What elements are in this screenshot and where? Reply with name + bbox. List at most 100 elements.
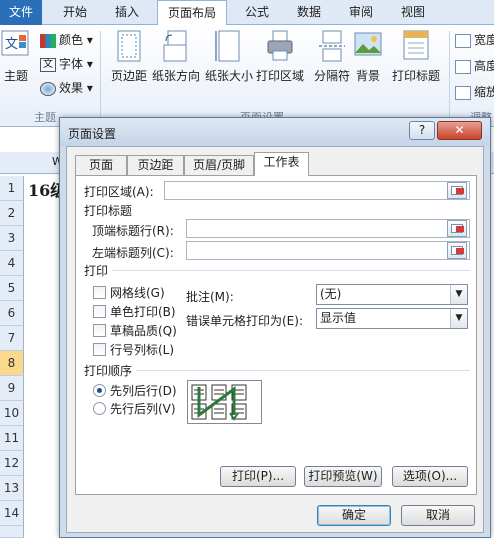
page-order-icon bbox=[191, 384, 247, 421]
row-header-7[interactable]: 7 bbox=[0, 326, 24, 351]
dialog-titlebar[interactable]: 页面设置 ? ✕ bbox=[60, 118, 490, 146]
print-area-button[interactable]: 打印区域 bbox=[256, 29, 304, 84]
theme-fonts-button[interactable]: 文字体 ▾ bbox=[40, 53, 93, 75]
tab-view[interactable]: 视图 bbox=[390, 0, 436, 25]
rows-to-repeat-collapse-icon[interactable] bbox=[447, 220, 467, 237]
scale-icon bbox=[455, 85, 471, 100]
row-header-5[interactable]: 5 bbox=[0, 276, 24, 301]
margins-button[interactable]: 页边距 bbox=[105, 29, 153, 84]
row-col-headings-label: 行号列标(L) bbox=[110, 343, 175, 357]
rows-to-repeat-input[interactable] bbox=[186, 219, 470, 238]
svg-text:文: 文 bbox=[5, 36, 18, 51]
section-divider bbox=[136, 370, 470, 371]
print-area-icon bbox=[267, 30, 293, 61]
tab-page-layout[interactable]: 页面布局 bbox=[157, 0, 227, 26]
page-order-preview bbox=[187, 380, 262, 424]
over-then-down-label: 先行后列(V) bbox=[110, 402, 176, 416]
draft-quality-label: 草稿品质(Q) bbox=[110, 324, 177, 338]
themes-icon: 文 bbox=[1, 30, 29, 56]
row-header-3[interactable]: 3 bbox=[0, 226, 24, 251]
section-divider bbox=[112, 270, 470, 271]
ok-button[interactable]: 确定 bbox=[317, 505, 391, 526]
tab-home[interactable]: 开始 bbox=[52, 0, 98, 25]
tab-file[interactable]: 文件 bbox=[0, 0, 42, 25]
print-titles-button[interactable]: 打印标题 bbox=[392, 29, 440, 84]
row-header-6[interactable]: 6 bbox=[0, 301, 24, 326]
draft-quality-checkbox[interactable] bbox=[93, 324, 106, 337]
margins-icon bbox=[117, 30, 141, 62]
colors-icon bbox=[40, 33, 56, 48]
theme-colors-button[interactable]: 颜色 ▾ bbox=[40, 29, 93, 51]
row-header-13[interactable]: 13 bbox=[0, 476, 24, 501]
print-area-input[interactable] bbox=[164, 181, 470, 200]
cols-to-repeat-label: 左端标题列(C): bbox=[92, 246, 174, 260]
background-button[interactable]: 背景 bbox=[344, 29, 392, 84]
effects-icon bbox=[40, 81, 56, 96]
row-header-10[interactable]: 10 bbox=[0, 401, 24, 426]
row-header-11[interactable]: 11 bbox=[0, 426, 24, 451]
over-then-down-radio[interactable] bbox=[93, 402, 106, 415]
comments-value: (无) bbox=[320, 287, 342, 301]
row-header-8[interactable]: 8 bbox=[0, 351, 24, 376]
page-setup-dialog: 页面设置 ? ✕ 页面 页边距 页眉/页脚 工作表 打印区域(A): 打印标题 … bbox=[59, 117, 491, 538]
tab-formulas[interactable]: 公式 bbox=[234, 0, 280, 25]
chevron-down-icon: ▼ bbox=[450, 309, 467, 328]
ribbon: 文 主题 颜色 ▾ 文字体 ▾ 效果 ▾ 主题 页边距 纸张方向 纸张大小 打印… bbox=[0, 25, 494, 127]
comments-select[interactable]: (无) ▼ bbox=[316, 284, 468, 305]
row-header-9[interactable]: 9 bbox=[0, 376, 24, 401]
down-then-over-radio[interactable] bbox=[93, 384, 106, 397]
print-titles-icon bbox=[403, 30, 429, 60]
cols-to-repeat-input[interactable] bbox=[186, 241, 470, 260]
dialog-title: 页面设置 bbox=[68, 127, 117, 141]
print-area-collapse-icon[interactable] bbox=[447, 182, 467, 199]
width-icon bbox=[455, 33, 471, 48]
page-size-icon bbox=[215, 30, 240, 62]
row-col-headings-checkbox[interactable] bbox=[93, 343, 106, 356]
tab-review[interactable]: 审阅 bbox=[338, 0, 384, 25]
row-header-2[interactable]: 2 bbox=[0, 201, 24, 226]
rows-to-repeat-label: 顶端标题行(R): bbox=[92, 224, 174, 238]
cancel-button[interactable]: 取消 bbox=[401, 505, 475, 526]
tab-data[interactable]: 数据 bbox=[286, 0, 332, 25]
tab-page[interactable]: 页面 bbox=[75, 155, 127, 175]
print-area-label: 打印区域(A): bbox=[84, 185, 154, 199]
sheet-tab-panel: 打印区域(A): 打印标题 顶端标题行(R): 左端标题列(C): 打印 网格线… bbox=[75, 175, 477, 495]
gridlines-checkbox[interactable] bbox=[93, 286, 106, 299]
row-header-15[interactable] bbox=[0, 526, 24, 538]
tab-margins[interactable]: 页边距 bbox=[127, 155, 184, 175]
fonts-icon: 文 bbox=[40, 57, 56, 72]
cell-errors-select[interactable]: 显示值 ▼ bbox=[316, 308, 468, 329]
print-titles-heading: 打印标题 bbox=[84, 204, 133, 218]
close-button[interactable]: ✕ bbox=[437, 121, 482, 140]
cell-errors-value: 显示值 bbox=[320, 311, 357, 325]
tab-sheet[interactable]: 工作表 bbox=[254, 152, 309, 176]
theme-effects-button[interactable]: 效果 ▾ bbox=[40, 77, 93, 99]
down-then-over-label: 先列后行(D) bbox=[110, 384, 177, 398]
chevron-down-icon: ▼ bbox=[450, 285, 467, 304]
print-button[interactable]: 打印(P)... bbox=[220, 466, 296, 487]
themes-button[interactable]: 文 主题 bbox=[0, 29, 32, 84]
black-white-label: 单色打印(B) bbox=[110, 305, 176, 319]
gridlines-label: 网格线(G) bbox=[110, 286, 165, 300]
height-icon bbox=[455, 59, 471, 74]
row-header-1[interactable]: 1 bbox=[0, 176, 24, 201]
print-preview-button[interactable]: 打印预览(W) bbox=[304, 466, 382, 487]
ribbon-tab-bar: 文件 开始 插入 页面布局 公式 数据 审阅 视图 bbox=[0, 0, 494, 26]
tab-header-footer[interactable]: 页眉/页脚 bbox=[184, 155, 254, 175]
options-button[interactable]: 选项(O)... bbox=[392, 466, 468, 487]
background-image-icon bbox=[354, 32, 382, 56]
scale-width-button[interactable]: 宽度 bbox=[455, 29, 494, 51]
scale-percent-button[interactable]: 缩放 bbox=[455, 81, 494, 103]
tab-insert[interactable]: 插入 bbox=[104, 0, 150, 25]
cols-to-repeat-collapse-icon[interactable] bbox=[447, 242, 467, 259]
row-header-12[interactable]: 12 bbox=[0, 451, 24, 476]
black-white-checkbox[interactable] bbox=[93, 305, 106, 318]
row-header-4[interactable]: 4 bbox=[0, 251, 24, 276]
orientation-icon bbox=[163, 30, 187, 62]
size-button[interactable]: 纸张大小 bbox=[205, 29, 253, 84]
row-header-14[interactable]: 14 bbox=[0, 501, 24, 526]
scale-height-button[interactable]: 高度 bbox=[455, 55, 494, 77]
help-button[interactable]: ? bbox=[409, 121, 435, 140]
orientation-button[interactable]: 纸张方向 bbox=[152, 29, 200, 84]
group-label-themes: 主题 bbox=[34, 111, 56, 124]
